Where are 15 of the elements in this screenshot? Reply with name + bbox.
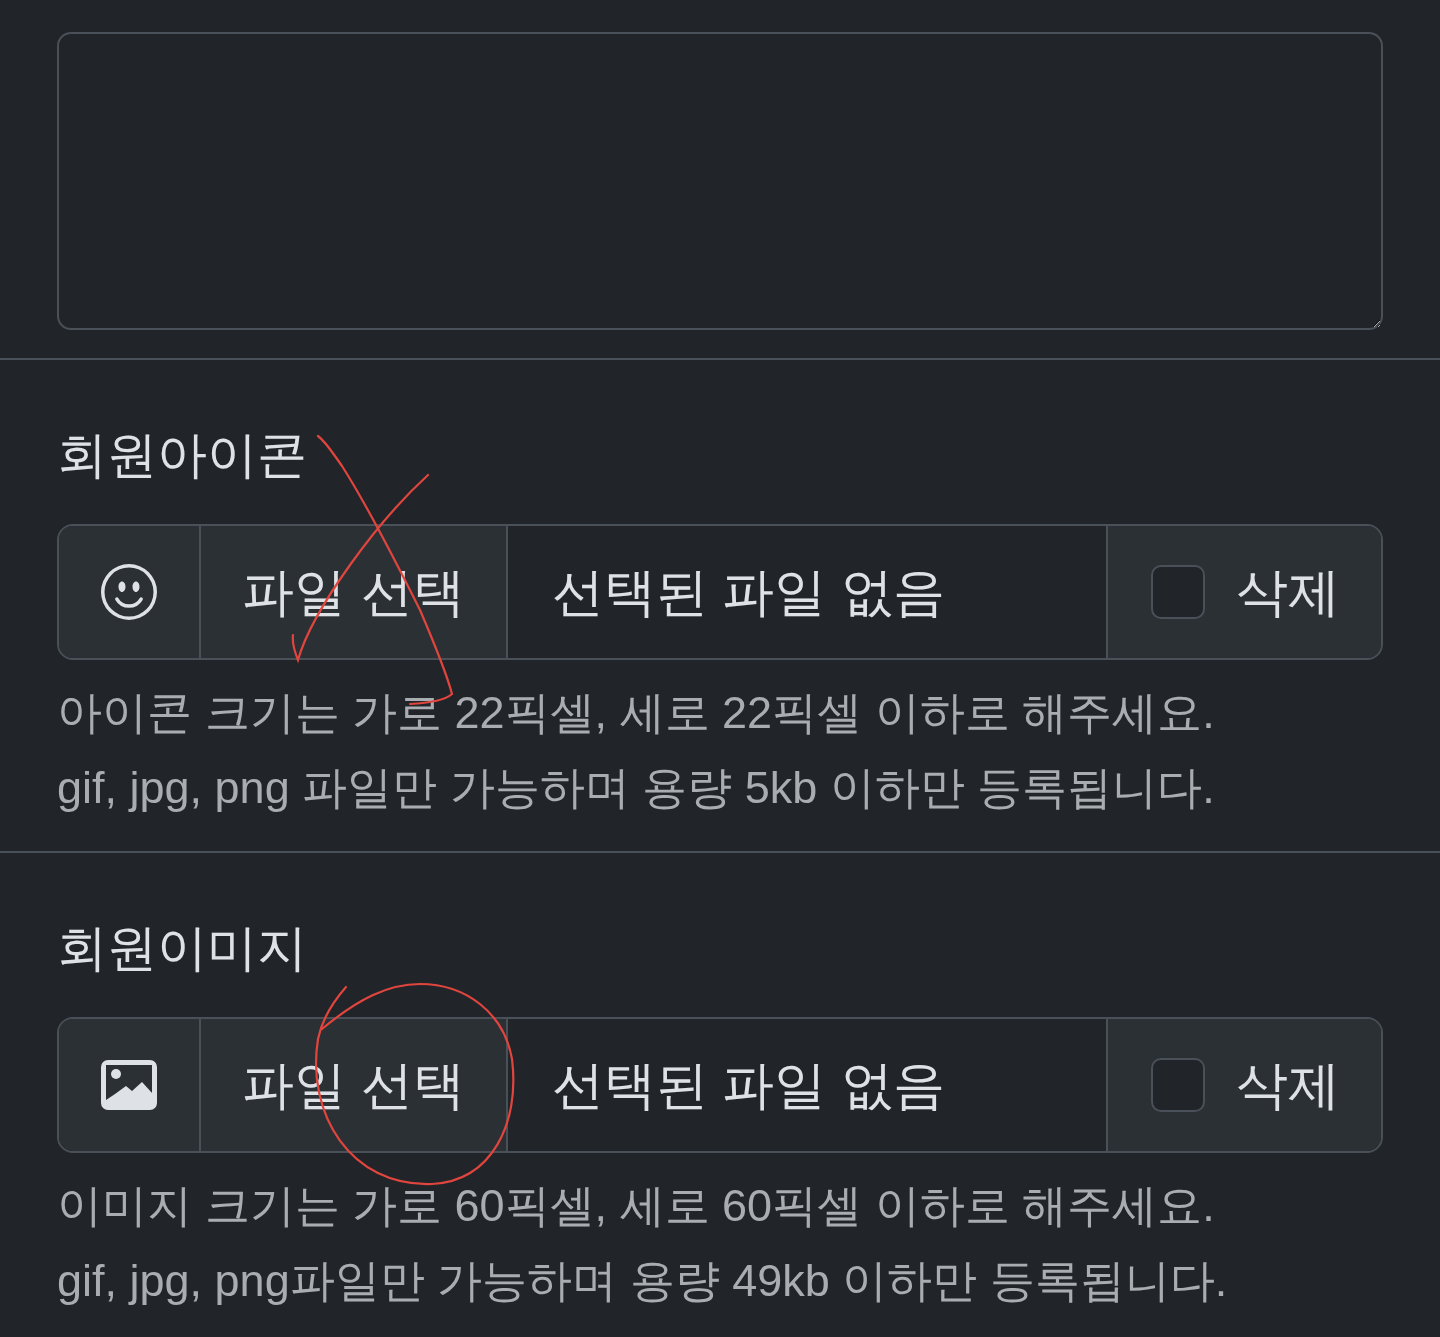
help-text: gif, jpg, png파일만 가능하며 용량 49kb 이하만 등록됩니다. — [57, 1254, 1228, 1308]
help-text: gif, jpg, png 파일만 가능하며 용량 5kb 이하만 등록됩니다. — [57, 761, 1215, 815]
smiley-icon — [101, 564, 157, 620]
no-file-text: 선택된 파일 없음 — [552, 1055, 945, 1116]
delete-checkbox[interactable] — [1151, 1058, 1205, 1112]
textarea-field[interactable] — [57, 32, 1383, 330]
help-text: 아이콘 크기는 가로 22픽셀, 세로 22픽셀 이하로 해주세요. — [57, 686, 1215, 740]
delete-checkbox[interactable] — [1151, 565, 1205, 619]
field-label: 회원아이콘 — [57, 426, 307, 485]
image-icon — [101, 1060, 157, 1110]
no-file-text: 선택된 파일 없음 — [552, 562, 945, 623]
delete-label: 삭제 — [1236, 562, 1340, 623]
field-label: 회원이미지 — [57, 919, 307, 978]
delete-label: 삭제 — [1236, 1055, 1340, 1116]
help-text: 이미지 크기는 가로 60픽셀, 세로 60픽셀 이하로 해주세요. — [57, 1179, 1215, 1233]
